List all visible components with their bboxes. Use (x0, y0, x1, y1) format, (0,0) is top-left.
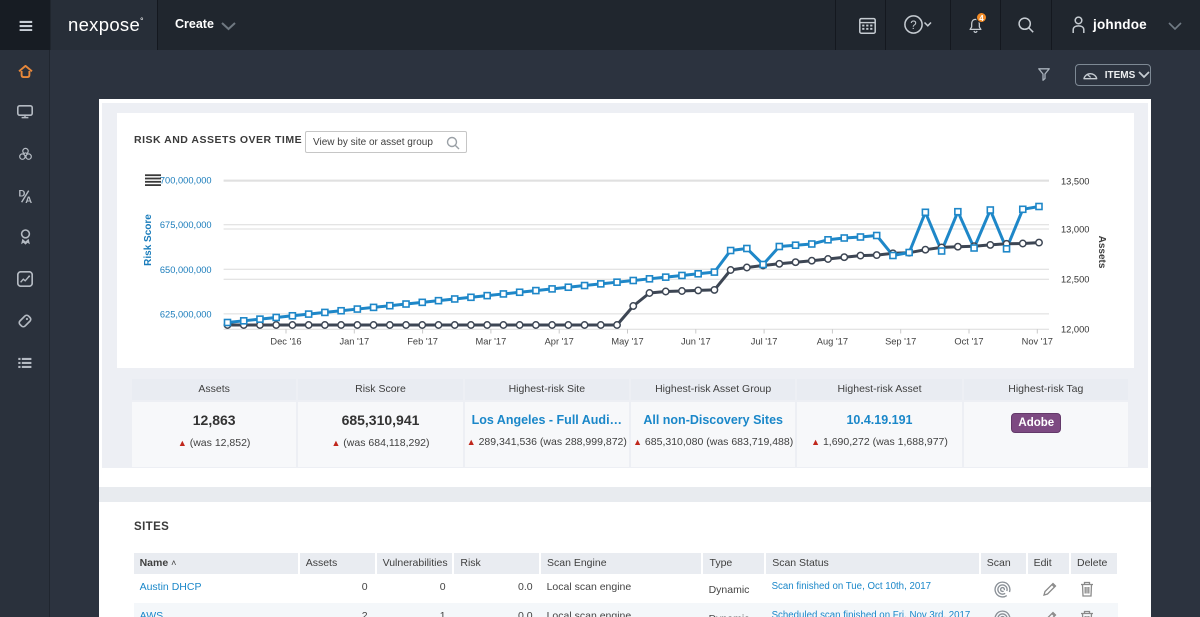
svg-text:Risk Score: Risk Score (143, 214, 154, 266)
svg-text:Dec '16: Dec '16 (270, 337, 301, 347)
svg-text:Apr '17: Apr '17 (545, 337, 574, 347)
svg-text:A: A (25, 195, 32, 204)
svg-text:13,000: 13,000 (1061, 225, 1089, 235)
svg-text:Assets: Assets (1096, 236, 1107, 269)
svg-text:Mar '17: Mar '17 (476, 337, 507, 347)
svg-text:12,000: 12,000 (1061, 325, 1089, 335)
svg-text:Jul '17: Jul '17 (751, 337, 778, 347)
svg-text:Sep '17: Sep '17 (885, 337, 916, 347)
svg-text:12,500: 12,500 (1061, 275, 1089, 285)
svg-text:700,000,000: 700,000,000 (160, 176, 212, 186)
svg-text:May '17: May '17 (611, 337, 643, 347)
svg-text:13,500: 13,500 (1061, 177, 1089, 187)
svg-text:Jan '17: Jan '17 (339, 337, 369, 347)
svg-text:Nov '17: Nov '17 (1022, 337, 1053, 347)
svg-text:Jun '17: Jun '17 (681, 337, 711, 347)
svg-text:Feb '17: Feb '17 (407, 337, 438, 347)
svg-text:625,000,000: 625,000,000 (160, 309, 212, 319)
svg-text:675,000,000: 675,000,000 (160, 220, 212, 230)
svg-text:Oct '17: Oct '17 (954, 337, 983, 347)
svg-text:?: ? (910, 20, 916, 32)
svg-text:650,000,000: 650,000,000 (160, 265, 212, 275)
svg-text:Aug '17: Aug '17 (817, 337, 848, 347)
